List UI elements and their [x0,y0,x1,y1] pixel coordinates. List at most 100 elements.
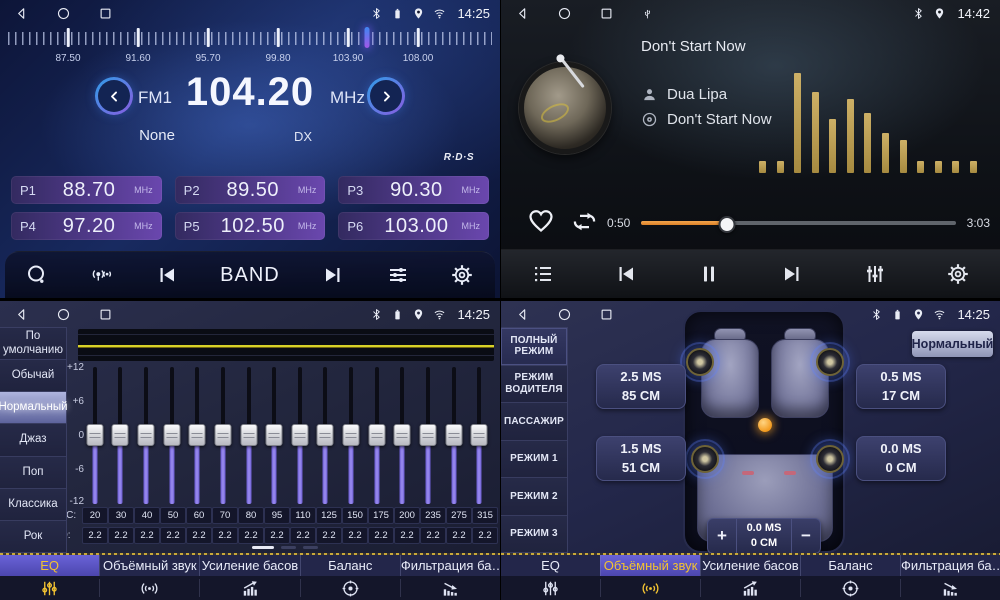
tab-filter[interactable]: Фильтрация ба… [900,555,1000,576]
nav-recents-button[interactable] [98,6,113,21]
slider-thumb[interactable] [240,424,257,446]
eq-band-slider[interactable] [390,367,416,504]
balance-icon[interactable] [300,579,400,597]
eq-band-slider[interactable] [287,367,313,504]
eq-preset-item[interactable]: Нормальный [0,392,66,424]
previous-station-button[interactable] [155,263,179,287]
slider-thumb[interactable] [317,424,334,446]
nav-back-button[interactable] [14,307,29,322]
radio-preset-p1[interactable]: P188.70MHz [11,176,162,204]
rear-left-delay-button[interactable]: 1.5 MS 51 CM [596,436,686,481]
slider-thumb[interactable] [86,424,103,446]
radio-preset-p4[interactable]: P497.20MHz [11,212,162,240]
eq-band-slider[interactable] [338,367,364,504]
progress-thumb[interactable] [718,216,735,233]
bass-boost-icon[interactable] [199,579,299,597]
slider-thumb[interactable] [138,424,155,446]
previous-track-button[interactable] [614,262,638,286]
tab-bass-boost[interactable]: Усиление басов [199,555,299,576]
delay-mode-item[interactable]: РЕЖИМ 2 [501,478,567,516]
bass-boost-icon[interactable] [700,579,800,597]
favorite-button[interactable] [527,206,555,239]
eq-band-slider[interactable] [210,367,236,504]
delay-mode-item[interactable]: РЕЖИМ 1 [501,441,567,479]
broadcast-button[interactable] [90,263,114,287]
nav-back-button[interactable] [515,6,530,21]
delay-mode-item[interactable]: ПОЛНЫЙ РЕЖИМ [501,328,567,366]
nav-recents-button[interactable] [98,307,113,322]
slider-thumb[interactable] [368,424,385,446]
nav-recents-button[interactable] [599,6,614,21]
tab-balance[interactable]: Баланс [800,555,900,576]
playlist-button[interactable] [531,262,555,286]
eq-band-slider[interactable] [185,367,211,504]
slider-thumb[interactable] [112,424,129,446]
nav-home-button[interactable] [56,307,71,322]
band-button[interactable]: BAND [220,264,280,287]
nav-home-button[interactable] [557,307,572,322]
eq-icon[interactable] [501,579,600,597]
tune-settings-button[interactable] [386,263,410,287]
eq-preset-item[interactable]: Обычай [0,360,66,392]
eq-band-slider[interactable] [108,367,134,504]
balance-icon[interactable] [800,579,900,597]
eq-preset-item[interactable]: Джаз [0,424,66,456]
tune-down-button[interactable] [95,77,133,115]
normal-preset-button[interactable]: Нормальный [912,331,993,357]
slider-thumb[interactable] [163,424,180,446]
radio-preset-p5[interactable]: P5102.50MHz [175,212,326,240]
progress-bar[interactable] [641,221,956,225]
slider-thumb[interactable] [343,424,360,446]
next-station-button[interactable] [321,263,345,287]
increase-delay-button[interactable]: + [708,519,736,553]
slider-thumb[interactable] [394,424,411,446]
slider-thumb[interactable] [291,424,308,446]
next-track-button[interactable] [780,262,804,286]
eq-band-slider[interactable] [133,367,159,504]
tab-filter[interactable]: Фильтрация ба… [400,555,500,576]
eq-band-slider[interactable] [364,367,390,504]
nav-back-button[interactable] [515,307,530,322]
eq-preset-item[interactable]: Рок [0,521,66,553]
slider-thumb[interactable] [419,424,436,446]
surround-sound-icon[interactable] [99,579,199,597]
nav-recents-button[interactable] [599,307,614,322]
front-left-delay-button[interactable]: 2.5 MS 85 CM [596,364,686,409]
front-right-delay-button[interactable]: 0.5 MS 17 CM [856,364,946,409]
tab-eq[interactable]: EQ [0,555,99,576]
eq-preset-item[interactable]: Классика [0,489,66,521]
eq-preset-item[interactable]: По умолчанию [0,328,66,360]
eq-band-slider[interactable] [261,367,287,504]
tab-eq[interactable]: EQ [501,555,600,576]
eq-band-slider[interactable] [236,367,262,504]
eq-icon[interactable] [0,579,99,597]
eq-band-slider[interactable] [415,367,441,504]
surround-sound-icon[interactable] [600,579,700,597]
scan-search-button[interactable] [25,263,49,287]
pause-button[interactable] [697,262,721,286]
eq-band-slider[interactable] [82,367,108,504]
slider-thumb[interactable] [214,424,231,446]
nav-home-button[interactable] [56,6,71,21]
slider-thumb[interactable] [266,424,283,446]
tab-balance[interactable]: Баланс [300,555,400,576]
settings-button[interactable] [450,263,474,287]
nav-home-button[interactable] [557,6,572,21]
delay-mode-item[interactable]: ПАССАЖИР [501,403,567,441]
eq-band-slider[interactable] [313,367,339,504]
listening-position-dot[interactable] [758,418,772,432]
frequency-scale[interactable]: 87.5091.6095.7099.80103.90108.00 [0,27,500,67]
settings-button[interactable] [946,262,970,286]
radio-preset-p6[interactable]: P6103.00MHz [338,212,489,240]
eq-band-slider[interactable] [441,367,467,504]
repeat-button[interactable] [571,208,598,240]
decrease-delay-button[interactable]: − [792,519,820,553]
eq-band-slider[interactable] [466,367,492,504]
eq-band-slider[interactable] [159,367,185,504]
tab-surround-sound[interactable]: Объёмный звук [99,555,199,576]
delay-mode-item[interactable]: РЕЖИМ 3 [501,516,567,554]
nav-back-button[interactable] [14,6,29,21]
radio-preset-p3[interactable]: P390.30MHz [338,176,489,204]
filter-icon[interactable] [900,579,1000,597]
slider-thumb[interactable] [471,424,488,446]
